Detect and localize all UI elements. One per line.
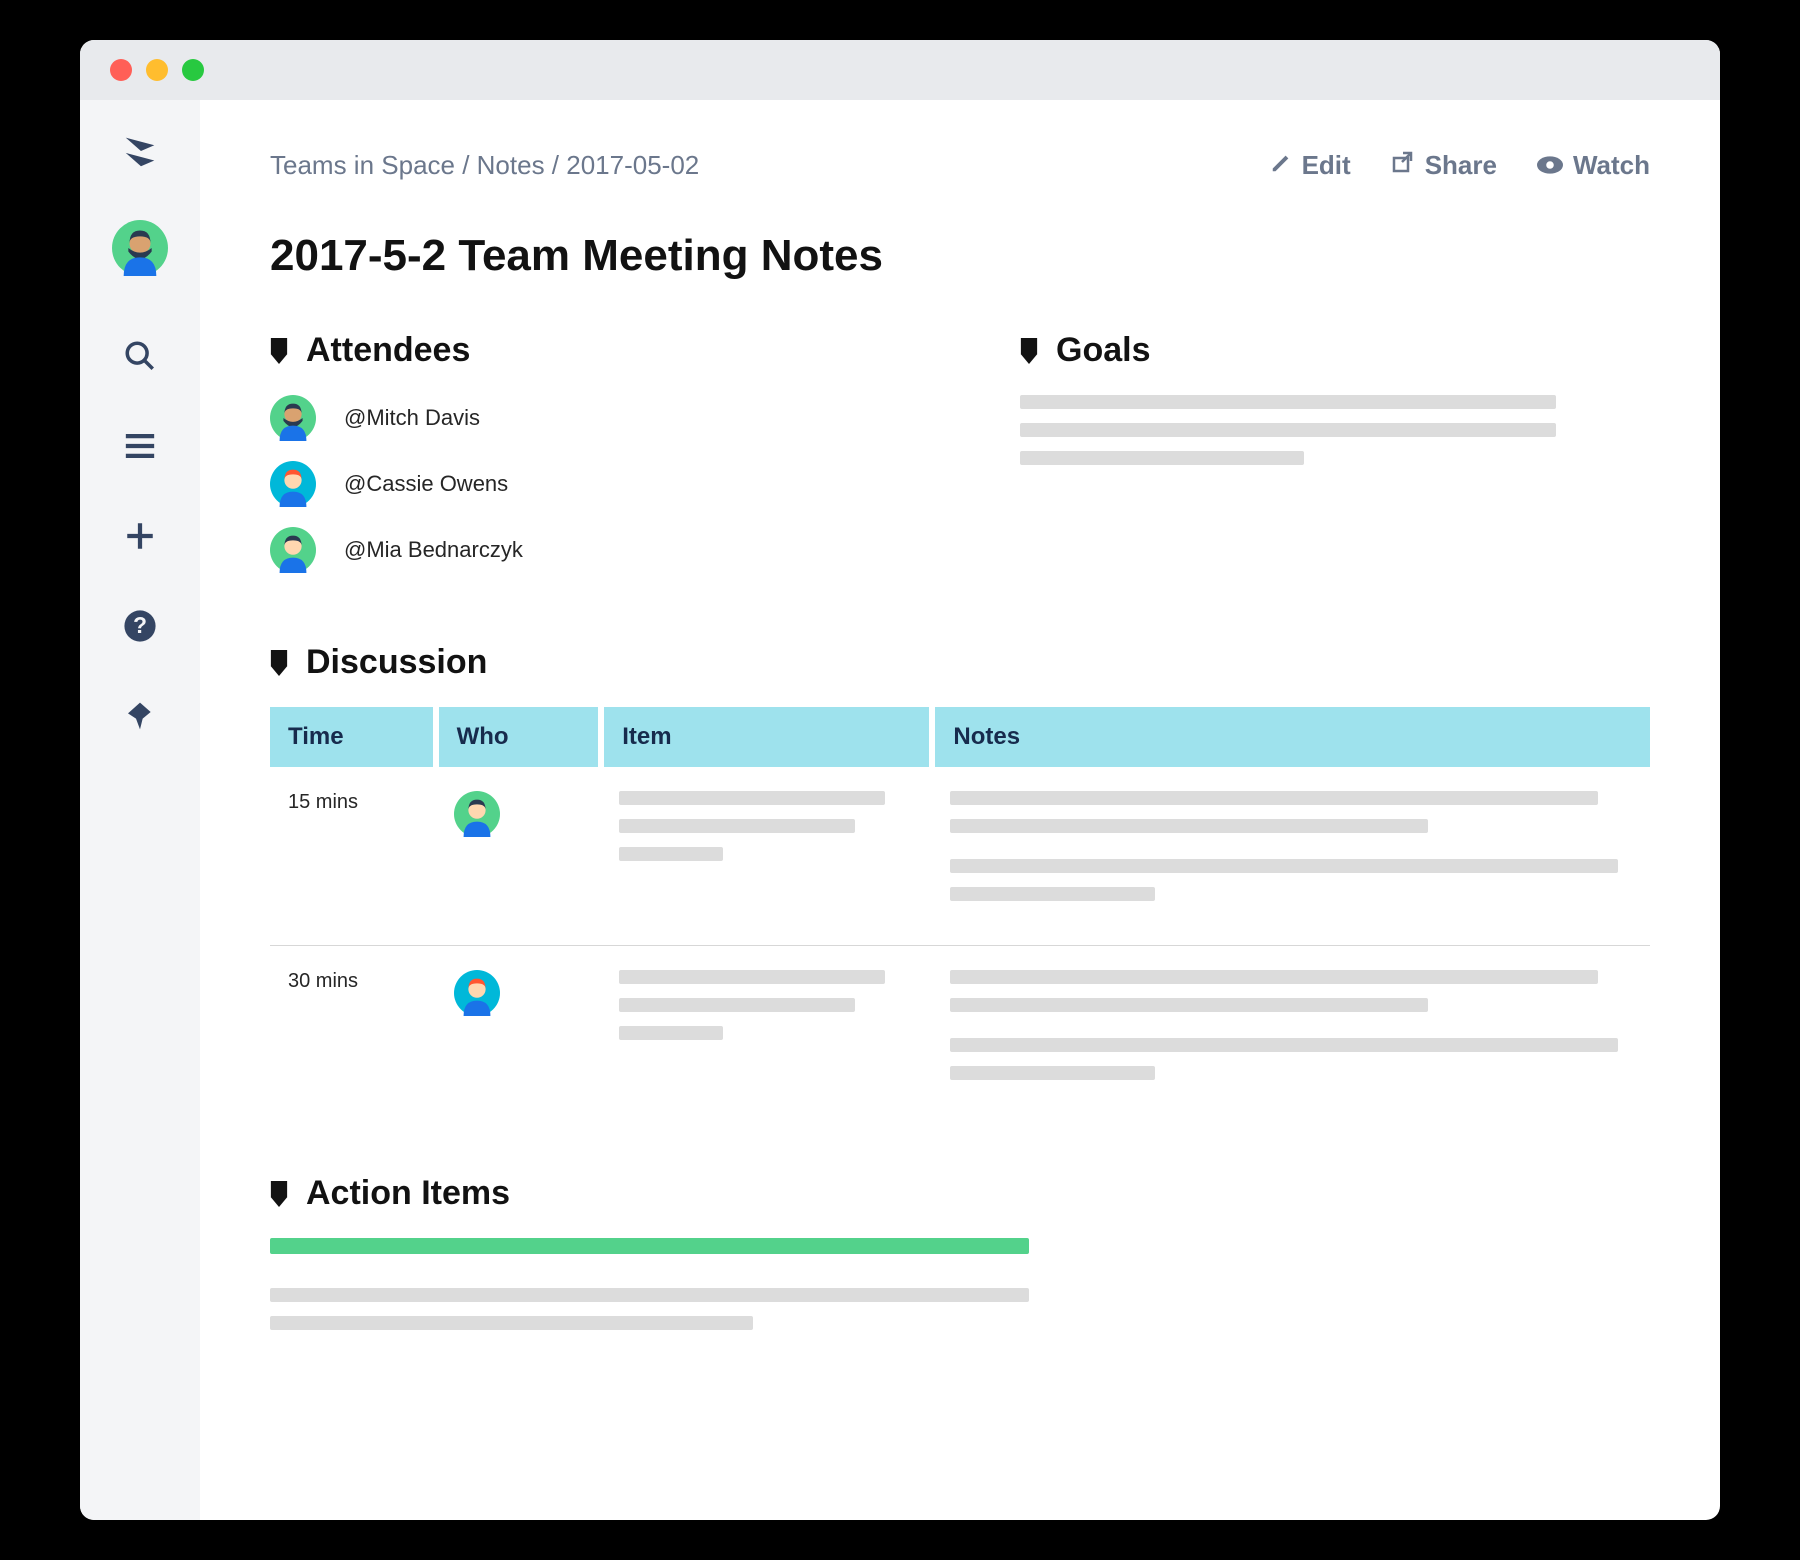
cell-item [601,767,932,946]
avatar [454,791,500,837]
window-minimize-button[interactable] [146,59,168,81]
table-row: 15 mins [270,767,1650,946]
page-content: Teams in Space / Notes / 2017-05-02 Edit… [200,100,1720,1520]
avatar [270,461,316,507]
attendee[interactable]: @Mitch Davis [270,395,900,441]
search-icon[interactable] [120,336,160,376]
goals-heading: Goals [1020,331,1650,370]
cell-who [436,767,602,946]
attendee-name: @Cassie Owens [344,471,508,497]
eye-icon [1537,150,1563,181]
window-close-button[interactable] [110,59,132,81]
col-who: Who [436,707,602,767]
breadcrumb[interactable]: Teams in Space / Notes / 2017-05-02 [270,150,699,181]
breadcrumb-segment[interactable]: 2017-05-02 [566,150,699,180]
action-items-heading: Action Items [270,1174,1650,1213]
cell-notes [932,946,1650,1125]
share-button-label: Share [1425,150,1497,181]
attendee-name: @Mitch Davis [344,405,480,431]
cell-item [601,946,932,1125]
discussion-table: Time Who Item Notes 15 mins [270,707,1650,1124]
notifications-icon[interactable] [120,696,160,736]
cell-time: 15 mins [270,767,436,946]
edit-button[interactable]: Edit [1270,150,1351,181]
avatar [454,970,500,1016]
table-row: 30 mins [270,946,1650,1125]
cell-who [436,946,602,1125]
sidebar: ? [80,100,200,1520]
current-user-avatar[interactable] [112,220,168,276]
action-items-placeholder [270,1238,1650,1330]
help-icon[interactable]: ? [120,606,160,646]
watch-button-label: Watch [1573,150,1650,181]
section-marker-icon [270,338,288,364]
attendee[interactable]: @Mia Bednarczyk [270,527,900,573]
col-notes: Notes [932,707,1650,767]
cell-notes [932,767,1650,946]
app-logo-icon[interactable] [120,130,160,170]
col-time: Time [270,707,436,767]
menu-icon[interactable] [120,426,160,466]
col-item: Item [601,707,932,767]
share-button[interactable]: Share [1391,150,1497,181]
breadcrumb-segment[interactable]: Teams in Space [270,150,455,180]
breadcrumb-segment[interactable]: Notes [477,150,545,180]
section-marker-icon [270,650,288,676]
window-titlebar [80,40,1720,100]
watch-button[interactable]: Watch [1537,150,1650,181]
add-icon[interactable] [120,516,160,556]
goals-placeholder [1020,395,1650,465]
attendee[interactable]: @Cassie Owens [270,461,900,507]
section-marker-icon [270,1181,288,1207]
share-icon [1391,150,1415,181]
page-title: 2017-5-2 Team Meeting Notes [270,231,1650,281]
edit-button-label: Edit [1302,150,1351,181]
window-zoom-button[interactable] [182,59,204,81]
app-window: ? Teams in Space / Notes / 2017-05-02 Ed… [80,40,1720,1520]
attendee-name: @Mia Bednarczyk [344,537,523,563]
cell-time: 30 mins [270,946,436,1125]
avatar [270,527,316,573]
discussion-heading: Discussion [270,643,1650,682]
section-marker-icon [1020,338,1038,364]
svg-text:?: ? [133,612,147,638]
attendees-heading: Attendees [270,331,900,370]
pencil-icon [1270,150,1292,181]
avatar [270,395,316,441]
